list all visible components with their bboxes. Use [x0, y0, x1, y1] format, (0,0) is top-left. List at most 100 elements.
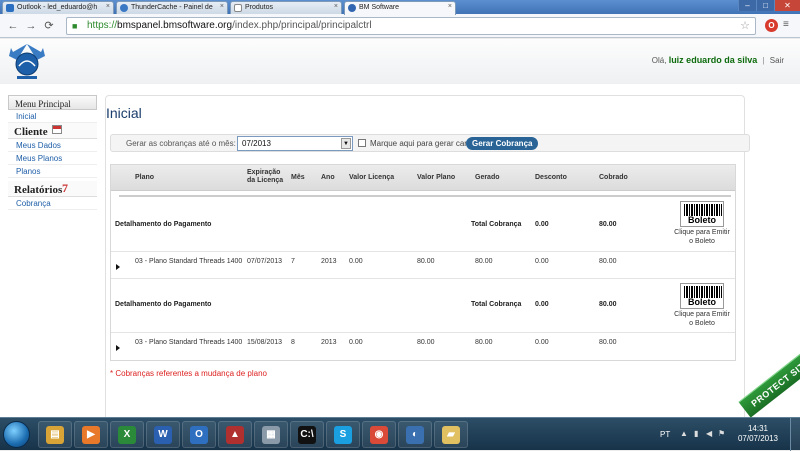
start-button[interactable]	[3, 421, 30, 448]
address-bar[interactable]: ■ https://bmspanel.bmsoftware.org/index.…	[66, 17, 756, 35]
col-cobrado: Cobrado	[599, 174, 628, 181]
bm-favicon-icon	[348, 4, 356, 12]
tab-label: Outlook - led_eduardo@h	[17, 4, 98, 11]
excel-taskbar-button[interactable]: X	[110, 421, 144, 448]
section-title: Cliente	[14, 126, 48, 138]
col-valor-licenca: Valor Licença	[349, 174, 395, 181]
sidebar-item-inicial[interactable]: Inicial	[8, 110, 97, 123]
folder-icon: ▰	[442, 425, 460, 444]
file-explorer-taskbar-button[interactable]: ▤	[38, 421, 72, 448]
bookmark-star-icon[interactable]: ☆	[740, 18, 750, 34]
barcode-icon: Boleto	[680, 201, 724, 227]
show-desktop-button[interactable]	[790, 418, 800, 451]
table-row[interactable]: 03 - Plano Standard Threads 1400 15/08/2…	[111, 333, 735, 359]
back-icon[interactable]: ←	[6, 19, 20, 33]
tab-bm-software[interactable]: BM Software ×	[344, 1, 456, 15]
sidebar-item-meus-dados[interactable]: Meus Dados	[8, 139, 97, 152]
sidebar-section-relatorios: Relatórios 7	[8, 181, 97, 197]
word-taskbar-button[interactable]: W	[146, 421, 180, 448]
total-cobrado: 80.00	[599, 301, 617, 308]
outlook-icon: O	[190, 425, 208, 444]
logout-link[interactable]: Sair	[770, 56, 784, 65]
cell-desconto: 0.00	[535, 339, 549, 346]
col-expiracao-line2: da Licença	[247, 177, 284, 184]
folder-taskbar-button[interactable]: ▰	[434, 421, 468, 448]
total-desconto: 0.00	[535, 221, 549, 228]
carne-checkbox[interactable]	[358, 139, 366, 147]
minimize-icon[interactable]: –	[738, 0, 756, 11]
clock[interactable]: 14:31 07/07/2013	[738, 424, 778, 444]
col-expiracao: Expiração da Licença	[247, 169, 283, 185]
terminal-taskbar-button[interactable]: C:\	[290, 421, 324, 448]
flag-icon[interactable]: ⚑	[718, 430, 726, 438]
outlook-taskbar-button[interactable]: O	[182, 421, 216, 448]
skype-taskbar-button[interactable]: S	[326, 421, 360, 448]
boleto-button[interactable]: Boleto Clique para Emitir o Boleto	[673, 283, 731, 328]
url-scheme: https://	[87, 20, 118, 31]
table-row[interactable]: 03 - Plano Standard Threads 1400 07/07/2…	[111, 252, 735, 278]
web-page: Olá, luiz eduardo da silva | Sair Menu P…	[0, 39, 800, 417]
col-gerado: Gerado	[475, 174, 500, 181]
boleto-label: Boleto	[688, 215, 716, 225]
remote-taskbar-button[interactable]: ◐	[398, 421, 432, 448]
terminal-icon: C:\	[298, 425, 316, 444]
cell-valor-plano: 80.00	[417, 258, 435, 265]
cell-mes: 7	[291, 258, 295, 265]
expand-triangle-icon[interactable]	[116, 345, 120, 351]
clock-date: 07/07/2013	[737, 434, 778, 443]
sidebar-item-cobranca[interactable]: Cobrança	[8, 197, 97, 210]
sidebar-item-meus-planos[interactable]: Meus Planos	[8, 152, 97, 165]
cell-valor-licenca: 0.00	[349, 258, 363, 265]
reload-icon[interactable]: ⟳	[42, 19, 56, 33]
windows-taskbar: ▤ ▶ X W O ▲ ▦ C:\ S ◉ ◐ ▰ PT ▲ ▮ ◀ ⚑ 14:31 07/07/20…	[0, 417, 800, 451]
lock-icon: ■	[72, 21, 78, 31]
network-icon[interactable]: ▮	[694, 430, 702, 438]
chrome-taskbar-button[interactable]: ◉	[362, 421, 396, 448]
media-player-taskbar-button[interactable]: ▶	[74, 421, 108, 448]
calendar-icon	[52, 125, 62, 134]
chrome-icon: ◉	[370, 425, 388, 444]
cell-valor-plano: 80.00	[417, 339, 435, 346]
col-desconto: Desconto	[535, 174, 567, 181]
greeting-text: Olá,	[651, 56, 667, 65]
expand-triangle-icon[interactable]	[116, 264, 120, 270]
carne-label: Marque aqui para gerar carnê	[370, 139, 476, 148]
forward-icon[interactable]: →	[24, 19, 38, 33]
volume-icon[interactable]: ◀	[706, 430, 714, 438]
chevron-down-icon[interactable]: ▼	[341, 138, 351, 149]
close-tab-icon[interactable]: ×	[220, 3, 224, 10]
calculator-taskbar-button[interactable]: ▦	[254, 421, 288, 448]
plan-change-footnote: * Cobranças referentes a mudança de plan…	[110, 369, 267, 378]
system-tray: PT ▲ ▮ ◀ ⚑ 14:31 07/07/2013	[640, 418, 800, 451]
sidebar-item-planos[interactable]: Planos	[8, 165, 97, 178]
tab-outlook[interactable]: Outlook - led_eduardo@h ×	[2, 1, 114, 14]
close-tab-icon[interactable]: ×	[106, 3, 110, 10]
maximize-icon[interactable]: □	[756, 0, 774, 11]
language-indicator[interactable]: PT	[660, 430, 670, 439]
calculator-icon: ▦	[262, 425, 280, 444]
close-window-icon[interactable]: ✕	[774, 0, 800, 11]
access-taskbar-button[interactable]: ▲	[218, 421, 252, 448]
month-select[interactable]: 07/2013 ▼	[237, 136, 353, 151]
close-tab-icon[interactable]: ×	[334, 3, 338, 10]
extension-icon[interactable]: O	[765, 19, 778, 32]
tray-arrow-icon[interactable]: ▲	[680, 430, 688, 438]
tab-produtos[interactable]: Produtos ×	[230, 1, 342, 14]
media-player-icon: ▶	[82, 425, 100, 444]
boleto-button[interactable]: Boleto Clique para Emitir o Boleto	[673, 201, 731, 246]
payment-summary: Detalhamento do Pagamento Total Cobrança…	[111, 279, 735, 331]
payment-summary: Detalhamento do Pagamento Total Cobrança…	[111, 199, 735, 251]
sidebar-section-cliente: Cliente	[8, 123, 97, 139]
header-divider	[119, 195, 731, 197]
generate-charge-button[interactable]: Gerar Cobrança	[466, 137, 539, 150]
tab-thundercache[interactable]: ThunderCache - Painel de ×	[116, 1, 228, 14]
emit-boleto-text: Clique para Emitir o Boleto	[674, 311, 730, 327]
page-favicon-icon	[234, 4, 242, 12]
tab-strip: Outlook - led_eduardo@h × ThunderCache -…	[0, 0, 800, 15]
filter-label: Gerar as cobranças até o mês:	[126, 139, 236, 148]
close-tab-icon[interactable]: ×	[448, 3, 452, 10]
menu-icon[interactable]: ≡	[783, 20, 793, 30]
calendar-seven-icon: 7	[62, 181, 68, 195]
page-title: Inicial	[106, 105, 142, 121]
username: luiz eduardo da silva	[668, 55, 758, 65]
